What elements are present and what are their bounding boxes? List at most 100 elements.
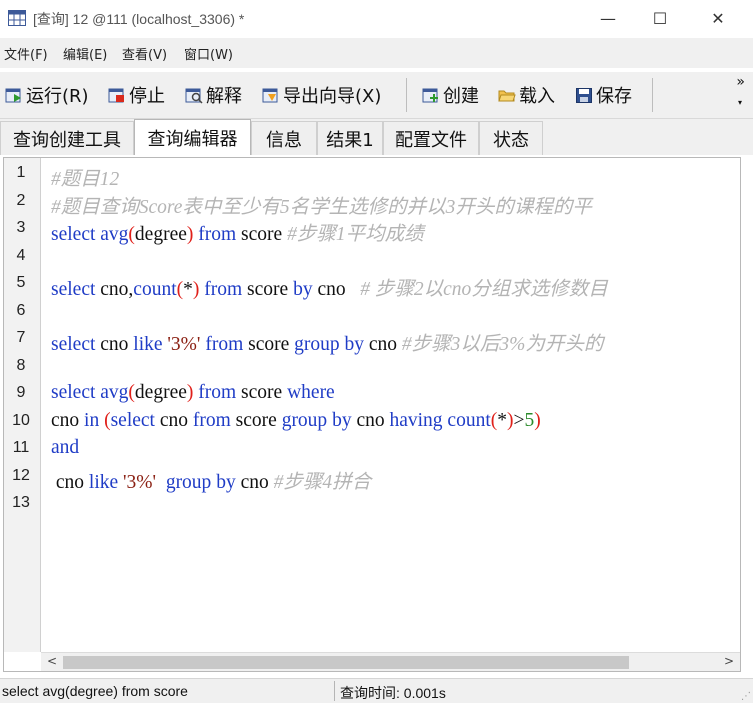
code-token: select (51, 334, 96, 355)
code-token: avg (100, 382, 129, 403)
code-line[interactable]: select avg(degree) from score #步骤1平均成绩 (51, 217, 424, 246)
toolbar-overflow-button[interactable]: » (736, 74, 745, 90)
explain-label: 解释 (206, 86, 242, 107)
minimize-button[interactable]: — (585, 2, 631, 34)
code-token: group (281, 409, 328, 431)
scrollbar-thumb[interactable] (63, 656, 629, 669)
code-token: score (236, 224, 288, 245)
tab-status[interactable]: 状态 (479, 121, 543, 155)
tab-profile[interactable]: 配置文件 (383, 121, 479, 155)
tab-bar: 查询创建工具 查询编辑器 信息 结果1 配置文件 状态 (0, 119, 753, 155)
explain-icon (185, 88, 203, 104)
horizontal-scrollbar[interactable]: < > (41, 652, 740, 671)
load-button[interactable]: 载入 (498, 80, 555, 110)
code-token: like (88, 471, 119, 493)
menu-file[interactable]: 文件(F) (4, 44, 48, 63)
line-number: 11 (12, 439, 30, 456)
toolbar-separator (406, 78, 407, 112)
run-icon (5, 88, 21, 103)
sql-editor[interactable]: 1 2 3 4 5 6 7 8 9 10 11 12 13 #题目12 #题目查询Score表中至少有5名… (3, 157, 741, 672)
line-number: 5 (16, 274, 26, 291)
code-token: cno (154, 409, 193, 431)
tab-query-editor[interactable]: 查询编辑器 (134, 119, 251, 155)
create-icon (422, 88, 438, 103)
tab-result1[interactable]: 结果1 (317, 121, 383, 155)
code-line[interactable]: select cno,count(*) from score by cno # … (51, 272, 608, 301)
resize-grip-icon[interactable]: ⋰ (741, 691, 751, 702)
code-token: '3%' (167, 334, 201, 355)
code-line[interactable]: #题目12 (51, 162, 119, 191)
code-token: select (51, 382, 96, 403)
run-label: 运行(R) (26, 86, 89, 107)
code-token: cno (312, 279, 361, 300)
save-icon (576, 88, 592, 103)
menu-edit[interactable]: 编辑(E) (63, 44, 107, 63)
code-line[interactable]: cno in (select cno from score group by c… (51, 410, 541, 432)
code-token: score (230, 409, 282, 431)
code-token: having (389, 409, 443, 431)
code-token: score (236, 382, 288, 403)
code-token: cno (364, 334, 402, 355)
menu-view[interactable]: 查看(V) (122, 44, 167, 63)
code-token: '3%' (123, 471, 157, 493)
line-number: 1 (16, 164, 26, 181)
code-token: select (51, 224, 96, 245)
stop-button[interactable]: 停止 (108, 80, 165, 110)
code-token: by (293, 279, 313, 300)
status-query-time: 查询时间: 0.001s (340, 685, 446, 701)
code-token: cno (51, 409, 85, 431)
code-token: score (243, 334, 295, 355)
folder-open-icon (498, 90, 516, 102)
toolbar-dropdown-icon[interactable]: ▾ (738, 98, 742, 107)
code-token: by (344, 334, 365, 355)
code-token: degree (134, 382, 187, 403)
code-token: select (51, 279, 96, 300)
create-button[interactable]: 创建 (422, 80, 479, 110)
stop-label: 停止 (129, 86, 165, 107)
code-token: degree (134, 224, 187, 245)
create-label: 创建 (443, 86, 479, 107)
code-token: #步骤4拼合 (273, 471, 372, 493)
run-button[interactable]: 运行(R) (5, 80, 89, 110)
export-wizard-button[interactable]: 导出向导(X) (262, 80, 381, 110)
code-token: #步骤3以后3%为开头的 (401, 334, 604, 355)
title-bar: [查询] 12 @111 (localhost_3306) * — ☐ ✕ (0, 0, 753, 36)
save-button[interactable]: 保存 (575, 80, 632, 110)
tab-info[interactable]: 信息 (251, 121, 317, 155)
code-token: from (205, 334, 244, 355)
code-token: in (84, 409, 100, 431)
close-button[interactable]: ✕ (695, 2, 741, 34)
code-token: cno (235, 471, 274, 493)
line-number-gutter: 1 2 3 4 5 6 7 8 9 10 11 12 13 (4, 158, 41, 652)
code-token: by (216, 471, 236, 493)
scroll-left-arrow-icon[interactable]: < (47, 654, 57, 668)
save-label: 保存 (596, 86, 632, 107)
code-token: where (287, 382, 335, 403)
code-token: like (133, 334, 163, 355)
code-token: # 步骤2以cno分组求选修数目 (360, 279, 608, 300)
status-separator (334, 681, 335, 701)
maximize-button[interactable]: ☐ (637, 2, 683, 34)
scroll-right-arrow-icon[interactable]: > (724, 654, 734, 668)
code-token: select (110, 409, 155, 431)
code-line[interactable]: and (51, 437, 79, 459)
line-number: 2 (16, 191, 26, 209)
code-token: #步骤1平均成绩 (287, 224, 424, 245)
menu-window[interactable]: 窗口(W) (184, 44, 233, 63)
code-token: #题目查询Score表中至少有5名学生选修的并以3开头的课程的平 (51, 196, 592, 218)
tab-query-builder[interactable]: 查询创建工具 (0, 121, 134, 155)
explain-button[interactable]: 解释 (185, 80, 242, 110)
code-line[interactable]: select avg(degree) from score where (51, 382, 335, 404)
code-token: and (51, 437, 80, 458)
menu-bar: 文件(F) 编辑(E) 查看(V) 窗口(W) (0, 38, 753, 68)
window-title: [查询] 12 @111 (localhost_3306) * (33, 11, 245, 27)
line-number: 8 (16, 356, 26, 374)
code-token: by (332, 409, 352, 431)
code-line[interactable]: select cno like '3%' from score group by… (51, 327, 603, 356)
code-token: from (198, 382, 237, 403)
code-line[interactable]: cno like '3%' group by cno #步骤4拼合 (51, 465, 371, 494)
code-line[interactable]: #题目查询Score表中至少有5名学生选修的并以3开头的课程的平 (51, 190, 592, 219)
code-token: count (447, 409, 491, 431)
code-token: count (133, 279, 177, 300)
